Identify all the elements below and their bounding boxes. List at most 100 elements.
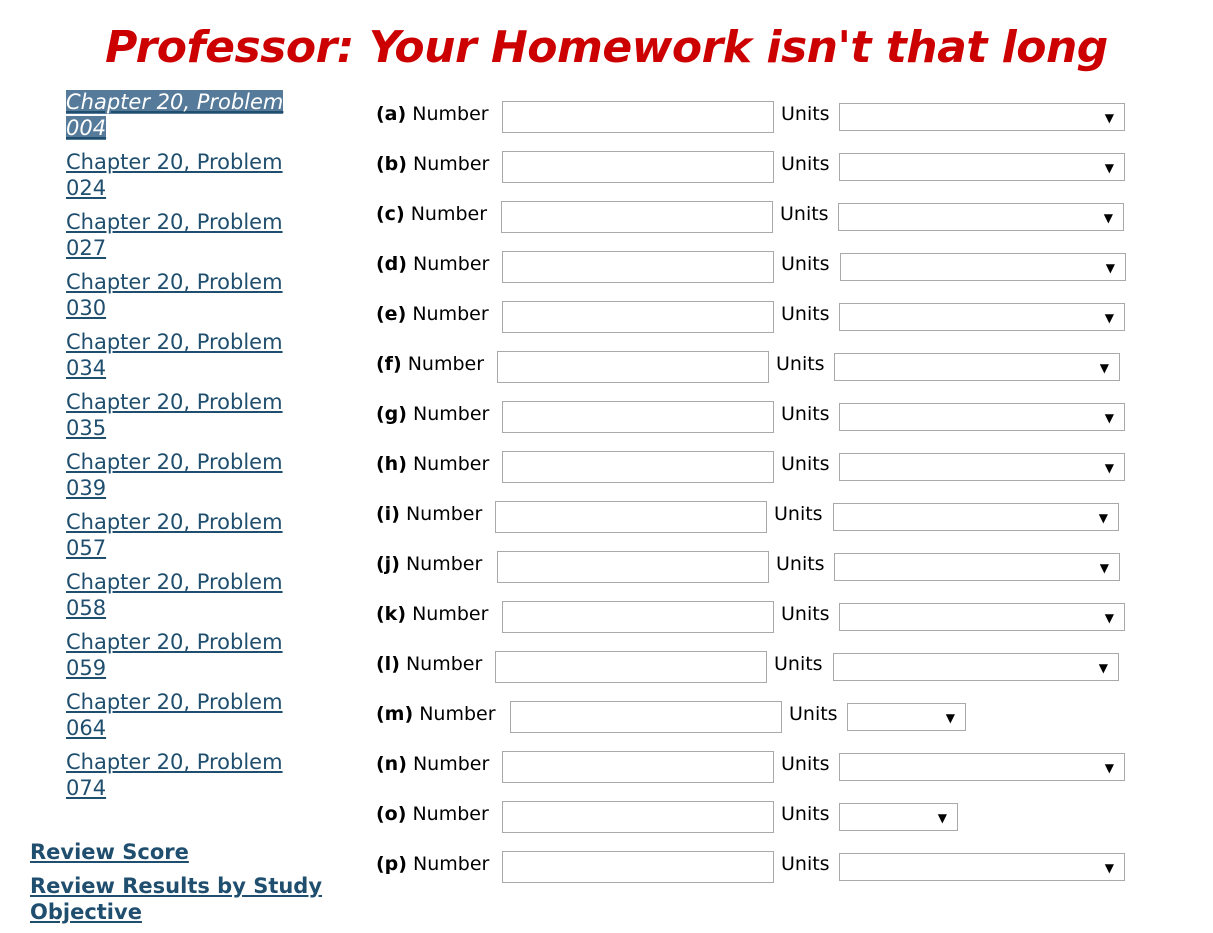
- part-letter: (d): [376, 253, 407, 275]
- units-select[interactable]: ▼: [838, 203, 1124, 231]
- part-letter: (f): [376, 353, 402, 375]
- part-label: (n) Number: [376, 751, 489, 777]
- number-input[interactable]: [497, 351, 769, 383]
- part-label: (l) Number: [376, 651, 482, 677]
- number-input[interactable]: [502, 601, 774, 633]
- answer-row: (l) Number Units ▼: [0, 651, 1213, 685]
- units-select[interactable]: ▼: [839, 803, 958, 831]
- answer-row: (j) Number Units ▼: [0, 551, 1213, 585]
- number-label: Number: [412, 453, 490, 475]
- number-input[interactable]: [502, 451, 774, 483]
- number-input[interactable]: [502, 151, 774, 183]
- chevron-down-icon: ▼: [945, 711, 955, 725]
- chevron-down-icon: ▼: [1099, 361, 1109, 375]
- answer-row: (b) Number Units ▼: [0, 151, 1213, 185]
- units-select[interactable]: ▼: [847, 703, 966, 731]
- units-label: Units: [781, 303, 830, 325]
- units-select[interactable]: ▼: [839, 403, 1125, 431]
- units-label: Units: [781, 453, 830, 475]
- part-label: (m) Number: [376, 701, 496, 727]
- answer-row: (n) Number Units ▼: [0, 751, 1213, 785]
- chevron-down-icon: ▼: [1104, 161, 1114, 175]
- part-letter: (k): [376, 603, 407, 625]
- number-input[interactable]: [502, 401, 774, 433]
- part-letter: (p): [376, 853, 407, 875]
- answer-row: (k) Number Units ▼: [0, 601, 1213, 635]
- chevron-down-icon: ▼: [1104, 761, 1114, 775]
- chevron-down-icon: ▼: [1104, 611, 1114, 625]
- units-select[interactable]: ▼: [839, 603, 1125, 631]
- part-label: (f) Number: [376, 351, 484, 377]
- units-select[interactable]: ▼: [840, 253, 1126, 281]
- units-label: Units: [781, 103, 830, 125]
- number-label: Number: [412, 103, 489, 125]
- units-select[interactable]: ▼: [839, 853, 1125, 881]
- part-letter: (m): [376, 703, 414, 725]
- units-select[interactable]: ▼: [834, 553, 1120, 581]
- number-input[interactable]: [502, 801, 774, 833]
- part-letter: (a): [376, 103, 407, 125]
- number-label: Number: [412, 803, 489, 825]
- units-label: Units: [776, 553, 825, 575]
- units-select[interactable]: ▼: [839, 153, 1125, 181]
- answer-row: (e) Number Units ▼: [0, 301, 1213, 335]
- units-select[interactable]: ▼: [839, 453, 1125, 481]
- chevron-down-icon: ▼: [1103, 211, 1113, 225]
- units-label: Units: [781, 153, 830, 175]
- units-label: Units: [781, 753, 830, 775]
- units-select[interactable]: ▼: [839, 303, 1125, 331]
- answer-row: (p) Number Units ▼: [0, 851, 1213, 885]
- part-label: (b) Number: [376, 151, 489, 177]
- units-label: Units: [774, 503, 823, 525]
- chevron-down-icon: ▼: [1105, 261, 1115, 275]
- page-title: Professor: Your Homework isn't that long: [105, 22, 1108, 73]
- number-input[interactable]: [502, 101, 774, 133]
- number-label: Number: [405, 653, 483, 675]
- units-select[interactable]: ▼: [834, 353, 1120, 381]
- number-label: Number: [413, 153, 490, 175]
- part-label: (g) Number: [376, 401, 489, 427]
- number-label: Number: [407, 353, 485, 375]
- answer-row: (f) Number Units ▼: [0, 351, 1213, 385]
- number-input[interactable]: [501, 201, 773, 233]
- units-label: Units: [781, 253, 830, 275]
- part-label: (c) Number: [376, 201, 487, 227]
- units-select[interactable]: ▼: [839, 753, 1125, 781]
- number-input[interactable]: [510, 701, 782, 733]
- answer-row: (m) Number Units ▼: [0, 701, 1213, 735]
- chevron-down-icon: ▼: [1098, 661, 1108, 675]
- number-label: Number: [412, 603, 489, 625]
- answer-row: (g) Number Units ▼: [0, 401, 1213, 435]
- part-label: (o) Number: [376, 801, 489, 827]
- part-letter: (b): [376, 153, 407, 175]
- number-label: Number: [413, 403, 490, 425]
- part-label: (i) Number: [376, 501, 482, 527]
- part-letter: (j): [376, 553, 400, 575]
- number-label: Number: [405, 503, 483, 525]
- part-label: (e) Number: [376, 301, 489, 327]
- units-label: Units: [774, 653, 823, 675]
- number-input[interactable]: [502, 851, 774, 883]
- units-select[interactable]: ▼: [839, 103, 1125, 131]
- part-letter: (l): [376, 653, 400, 675]
- number-input[interactable]: [495, 651, 767, 683]
- units-label: Units: [781, 603, 830, 625]
- part-letter: (g): [376, 403, 407, 425]
- units-select[interactable]: ▼: [833, 653, 1119, 681]
- answer-row: (o) Number Units ▼: [0, 801, 1213, 835]
- number-input[interactable]: [495, 501, 767, 533]
- part-label: (d) Number: [376, 251, 489, 277]
- units-select[interactable]: ▼: [833, 503, 1119, 531]
- number-input[interactable]: [502, 251, 774, 283]
- number-input[interactable]: [502, 751, 774, 783]
- chevron-down-icon: ▼: [1104, 461, 1114, 475]
- chevron-down-icon: ▼: [1104, 861, 1114, 875]
- chevron-down-icon: ▼: [937, 811, 947, 825]
- answer-row: (d) Number Units ▼: [0, 251, 1213, 285]
- units-label: Units: [776, 353, 825, 375]
- part-label: (k) Number: [376, 601, 488, 627]
- number-input[interactable]: [497, 551, 769, 583]
- number-input[interactable]: [502, 301, 774, 333]
- units-label: Units: [789, 703, 838, 725]
- number-label: Number: [419, 703, 496, 725]
